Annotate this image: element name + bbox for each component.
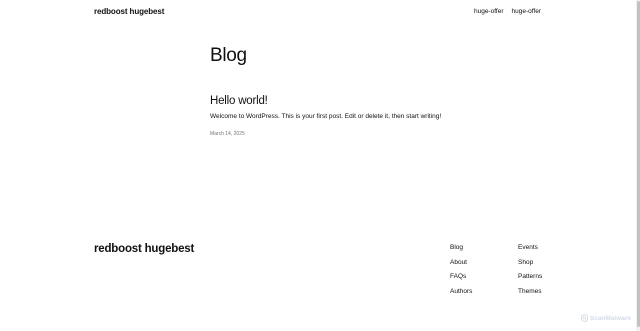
top-navigation: huge-offer huge-offer — [474, 7, 541, 17]
footer-nav-column-1: Blog About FAQs Authors — [450, 243, 472, 297]
post-excerpt: Welcome to WordPress. This is your first… — [210, 113, 442, 120]
page-title: Blog — [210, 45, 247, 66]
footer-link-events[interactable]: Events — [518, 243, 542, 253]
footer-nav-column-2: Events Shop Patterns Themes — [518, 243, 542, 297]
watermark-text: ScanMalware — [589, 314, 631, 322]
post-title-link[interactable]: Hello world! — [210, 94, 268, 108]
scanmalware-watermark: ScanMalware — [580, 314, 631, 322]
post-date: March 14, 2025 — [210, 131, 245, 137]
footer-link-patterns[interactable]: Patterns — [518, 272, 542, 282]
footer-link-faqs[interactable]: FAQs — [450, 272, 472, 282]
footer-link-shop[interactable]: Shop — [518, 258, 542, 268]
shield-scan-icon — [580, 314, 588, 322]
site-title[interactable]: redboost hugebest — [94, 7, 164, 17]
nav-link-huge-offer-2[interactable]: huge-offer — [511, 7, 541, 17]
footer-link-about[interactable]: About — [450, 258, 472, 268]
footer-link-blog[interactable]: Blog — [450, 243, 472, 253]
footer-link-authors[interactable]: Authors — [450, 287, 472, 297]
nav-link-huge-offer-1[interactable]: huge-offer — [474, 7, 504, 17]
footer-site-title[interactable]: redboost hugebest — [94, 242, 194, 256]
footer-link-themes[interactable]: Themes — [518, 287, 542, 297]
